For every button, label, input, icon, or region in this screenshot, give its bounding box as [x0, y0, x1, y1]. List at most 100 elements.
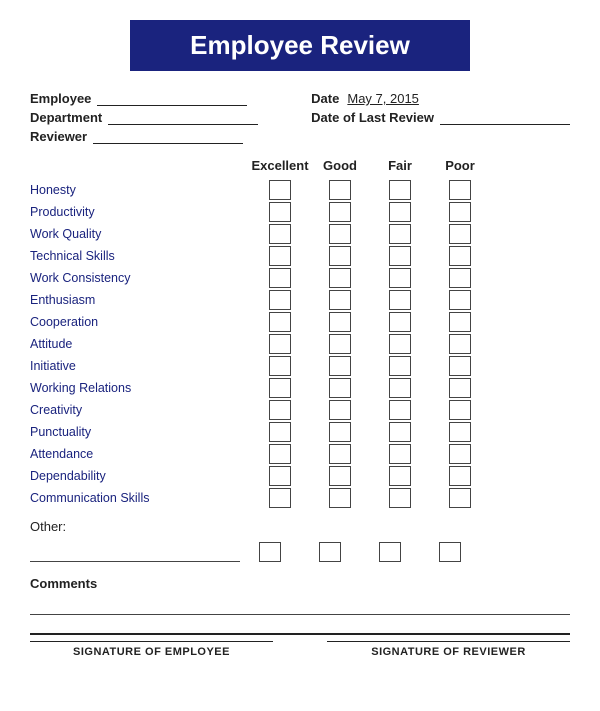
criteria-checkboxes	[250, 422, 490, 442]
info-right: Date May 7, 2015 Date of Last Review	[311, 91, 570, 144]
criteria-checkbox-poor[interactable]	[430, 202, 490, 222]
criteria-checkbox-excellent[interactable]	[250, 400, 310, 420]
other-input-line[interactable]	[30, 544, 240, 562]
criteria-checkbox-good[interactable]	[310, 268, 370, 288]
criteria-checkbox-fair[interactable]	[370, 356, 430, 376]
info-section: Employee Department Reviewer Date May 7,…	[30, 91, 570, 144]
criteria-checkboxes	[250, 246, 490, 266]
department-input-line[interactable]	[108, 111, 258, 125]
criteria-checkbox-good[interactable]	[310, 488, 370, 508]
criteria-checkbox-fair[interactable]	[370, 334, 430, 354]
criteria-checkbox-fair[interactable]	[370, 444, 430, 464]
criteria-checkbox-good[interactable]	[310, 422, 370, 442]
criteria-checkbox-fair[interactable]	[370, 268, 430, 288]
criteria-checkbox-excellent[interactable]	[250, 422, 310, 442]
criteria-checkbox-good[interactable]	[310, 202, 370, 222]
criteria-checkbox-good[interactable]	[310, 378, 370, 398]
criteria-checkbox-good[interactable]	[310, 246, 370, 266]
criteria-checkbox-excellent[interactable]	[250, 488, 310, 508]
criteria-row: Dependability	[30, 465, 570, 487]
criteria-checkbox-fair[interactable]	[370, 312, 430, 332]
criteria-row: Initiative	[30, 355, 570, 377]
comments-line-1[interactable]	[30, 599, 570, 615]
criteria-checkbox-fair[interactable]	[370, 466, 430, 486]
criteria-checkbox-good[interactable]	[310, 400, 370, 420]
criteria-checkbox-poor[interactable]	[430, 312, 490, 332]
date-value: May 7, 2015	[347, 91, 419, 106]
criteria-checkboxes	[250, 268, 490, 288]
other-checkbox-good[interactable]	[300, 542, 360, 562]
criteria-checkbox-poor[interactable]	[430, 334, 490, 354]
criteria-checkbox-fair[interactable]	[370, 378, 430, 398]
criteria-checkbox-poor[interactable]	[430, 268, 490, 288]
reviewer-row: Reviewer	[30, 129, 258, 144]
criteria-name: Honesty	[30, 183, 250, 197]
other-label: Other:	[30, 519, 570, 534]
other-checkbox-excellent[interactable]	[240, 542, 300, 562]
criteria-checkbox-good[interactable]	[310, 444, 370, 464]
criteria-checkbox-poor[interactable]	[430, 378, 490, 398]
criteria-checkbox-poor[interactable]	[430, 224, 490, 244]
criteria-checkbox-excellent[interactable]	[250, 180, 310, 200]
criteria-checkboxes	[250, 312, 490, 332]
criteria-checkboxes	[250, 202, 490, 222]
criteria-checkbox-fair[interactable]	[370, 422, 430, 442]
criteria-checkbox-excellent[interactable]	[250, 290, 310, 310]
criteria-name: Communication Skills	[30, 491, 250, 505]
date-last-review-input-line[interactable]	[440, 111, 570, 125]
criteria-checkbox-excellent[interactable]	[250, 466, 310, 486]
other-row	[30, 542, 570, 562]
criteria-checkbox-excellent[interactable]	[250, 378, 310, 398]
signature-employee-label: SIGNATURE OF EMPLOYEE	[73, 646, 230, 658]
employee-input-line[interactable]	[97, 92, 247, 106]
criteria-name: Work Consistency	[30, 271, 250, 285]
criteria-checkbox-excellent[interactable]	[250, 202, 310, 222]
header-good: Good	[310, 158, 370, 173]
criteria-checkbox-poor[interactable]	[430, 466, 490, 486]
criteria-checkbox-poor[interactable]	[430, 444, 490, 464]
criteria-checkbox-good[interactable]	[310, 180, 370, 200]
criteria-name: Cooperation	[30, 315, 250, 329]
criteria-checkbox-fair[interactable]	[370, 290, 430, 310]
criteria-checkbox-poor[interactable]	[430, 488, 490, 508]
criteria-checkbox-excellent[interactable]	[250, 268, 310, 288]
criteria-checkbox-excellent[interactable]	[250, 444, 310, 464]
reviewer-input-line[interactable]	[93, 130, 243, 144]
criteria-name: Productivity	[30, 205, 250, 219]
criteria-checkbox-good[interactable]	[310, 224, 370, 244]
other-checkbox-fair[interactable]	[360, 542, 420, 562]
date-label: Date	[311, 91, 339, 106]
criteria-row: Creativity	[30, 399, 570, 421]
criteria-checkbox-good[interactable]	[310, 290, 370, 310]
criteria-section: HonestyProductivityWork QualityTechnical…	[30, 179, 570, 509]
criteria-checkbox-good[interactable]	[310, 466, 370, 486]
criteria-checkbox-good[interactable]	[310, 334, 370, 354]
criteria-checkbox-excellent[interactable]	[250, 312, 310, 332]
criteria-checkbox-excellent[interactable]	[250, 246, 310, 266]
criteria-checkboxes	[250, 356, 490, 376]
criteria-checkbox-poor[interactable]	[430, 290, 490, 310]
other-checkbox-poor[interactable]	[420, 542, 480, 562]
criteria-checkbox-fair[interactable]	[370, 246, 430, 266]
criteria-checkbox-poor[interactable]	[430, 400, 490, 420]
criteria-checkbox-poor[interactable]	[430, 422, 490, 442]
criteria-checkbox-good[interactable]	[310, 312, 370, 332]
criteria-checkbox-excellent[interactable]	[250, 334, 310, 354]
criteria-checkbox-fair[interactable]	[370, 400, 430, 420]
criteria-checkbox-fair[interactable]	[370, 180, 430, 200]
criteria-checkbox-fair[interactable]	[370, 488, 430, 508]
criteria-checkbox-fair[interactable]	[370, 202, 430, 222]
criteria-checkbox-excellent[interactable]	[250, 224, 310, 244]
criteria-checkbox-excellent[interactable]	[250, 356, 310, 376]
criteria-checkbox-fair[interactable]	[370, 224, 430, 244]
criteria-checkboxes	[250, 444, 490, 464]
criteria-checkbox-poor[interactable]	[430, 246, 490, 266]
criteria-checkbox-poor[interactable]	[430, 356, 490, 376]
criteria-checkbox-good[interactable]	[310, 356, 370, 376]
criteria-checkboxes	[250, 290, 490, 310]
criteria-row: Honesty	[30, 179, 570, 201]
criteria-name: Technical Skills	[30, 249, 250, 263]
signature-employee-block: SIGNATURE OF EMPLOYEE	[30, 641, 273, 658]
criteria-checkbox-poor[interactable]	[430, 180, 490, 200]
signature-reviewer-line	[327, 641, 570, 642]
